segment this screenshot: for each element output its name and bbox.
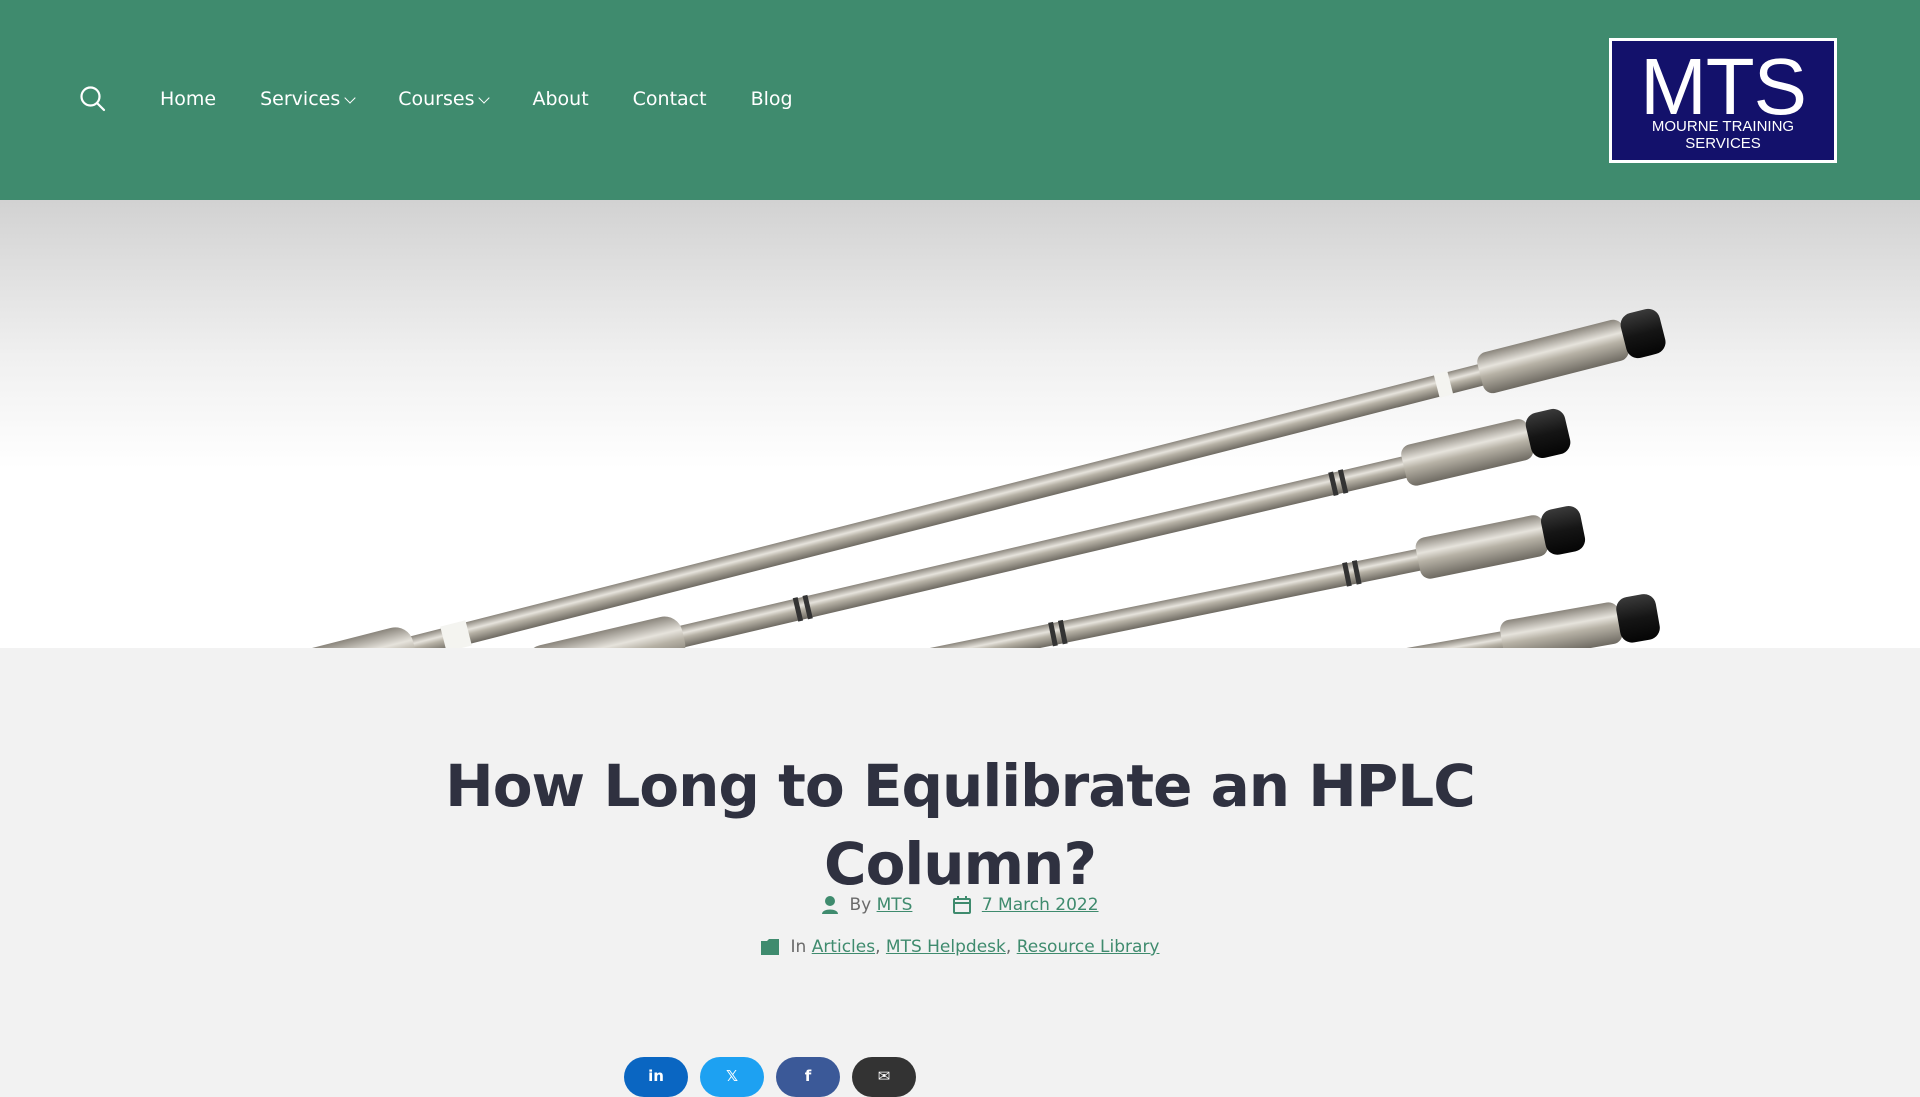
nav-item-label: Home — [160, 88, 217, 110]
hplc-columns-image — [72, 308, 1666, 648]
share-facebook-button[interactable]: f — [776, 1057, 840, 1097]
post-author: By MTS — [821, 895, 912, 915]
post-meta-author-date: By MTS 7 March 2022 — [0, 895, 1920, 920]
nav-item-label: Contact — [632, 88, 707, 110]
post-title: How Long to Equlibrate an HPLC Column? — [445, 751, 1476, 898]
author-link[interactable]: MTS — [877, 895, 913, 915]
linkedin-icon: in — [648, 1067, 664, 1085]
category-link-articles[interactable]: Articles — [812, 937, 875, 957]
search-button[interactable] — [78, 84, 108, 114]
user-icon — [822, 896, 839, 914]
in-label: In — [790, 937, 807, 957]
post-meta-categories: In Articles, MTS Helpdesk, Resource Libr… — [0, 937, 1920, 961]
category-link-resource-library[interactable]: Resource Library — [1017, 937, 1160, 957]
nav-item-contact[interactable]: Contact — [633, 88, 707, 110]
share-buttons: in 𝕏 f ✉ — [624, 1057, 928, 1097]
x-icon: 𝕏 — [725, 1067, 739, 1085]
date-link[interactable]: 7 March 2022 — [982, 895, 1099, 915]
category-link-mts-helpdesk[interactable]: MTS Helpdesk — [886, 937, 1006, 957]
logo-box: MTS MOURNE TRAINING SERVICES — [1612, 41, 1834, 160]
nav-item-services[interactable]: Services — [260, 88, 356, 110]
nav-item-blog[interactable]: Blog — [751, 88, 793, 110]
primary-nav: Home Services Courses About Contact Blog — [160, 84, 837, 114]
email-icon: ✉ — [877, 1067, 891, 1085]
chevron-down-icon — [344, 91, 356, 104]
search-icon — [80, 86, 106, 112]
share-linkedin-button[interactable]: in — [624, 1057, 688, 1097]
share-x-button[interactable]: 𝕏 — [700, 1057, 764, 1097]
nav-item-home[interactable]: Home — [160, 88, 216, 110]
nav-item-label: About — [532, 88, 589, 110]
folder-icon — [761, 939, 780, 955]
nav-item-courses[interactable]: Courses — [398, 88, 491, 110]
nav-item-label: Courses — [398, 88, 475, 110]
site-logo[interactable]: MTS MOURNE TRAINING SERVICES — [1609, 38, 1837, 163]
facebook-icon: f — [804, 1067, 812, 1085]
post-date: 7 March 2022 — [952, 895, 1099, 915]
chevron-down-icon — [478, 91, 491, 104]
site-header: Home Services Courses About Contact Blog… — [0, 0, 1920, 200]
logo-wordmark: MTS — [1640, 42, 1807, 131]
nav-item-about[interactable]: About — [532, 88, 588, 110]
logo-tagline: MOURNE TRAINING SERVICES — [1651, 118, 1795, 152]
featured-image — [0, 200, 1920, 648]
share-email-button[interactable]: ✉ — [852, 1057, 916, 1097]
nav-item-label: Services — [260, 88, 341, 110]
by-label: By — [849, 895, 872, 915]
nav-item-label: Blog — [750, 88, 793, 110]
calendar-icon — [952, 896, 971, 914]
